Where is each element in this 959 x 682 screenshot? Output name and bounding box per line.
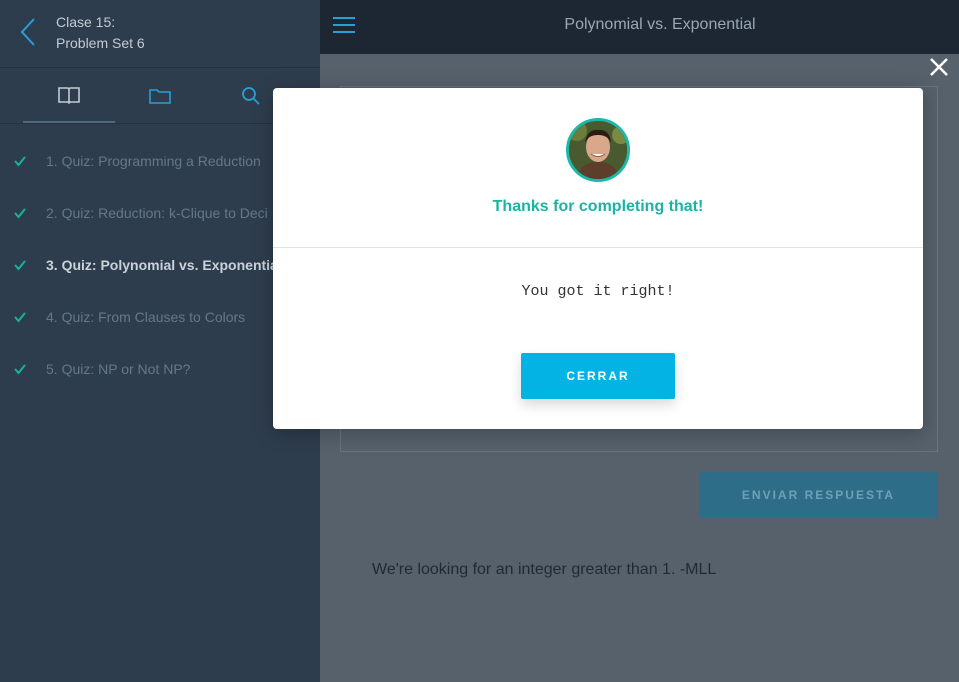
list-item[interactable]: 2. Quiz: Reduction: k-Clique to Deci <box>0 188 320 240</box>
hint-text: We're looking for an integer greater tha… <box>372 561 717 578</box>
lesson-number: Clase 15: <box>56 14 116 30</box>
search-icon <box>242 86 260 105</box>
list-item-label: 5. Quiz: NP or Not NP? <box>46 361 191 377</box>
result-message: You got it right! <box>521 283 675 300</box>
submit-answer-button[interactable]: ENVIAR RESPUESTA <box>699 472 938 518</box>
avatar <box>566 118 630 182</box>
tab-resources[interactable] <box>114 68 206 123</box>
close-overlay-button[interactable] <box>926 54 952 80</box>
list-item[interactable]: 5. Quiz: NP or Not NP? <box>0 344 320 396</box>
tab-book[interactable] <box>23 68 115 123</box>
modal-title: Thanks for completing that! <box>492 198 704 215</box>
sidebar-header: Clase 15: Problem Set 6 <box>0 0 320 68</box>
chevron-left-icon <box>20 18 35 46</box>
folder-icon <box>149 88 171 104</box>
check-icon <box>14 364 26 375</box>
book-icon <box>58 86 80 104</box>
check-icon <box>14 156 26 167</box>
instructor-photo-icon <box>569 121 627 179</box>
list-item-current[interactable]: 3. Quiz: Polynomial vs. Exponentia <box>0 240 320 292</box>
close-button[interactable]: CERRAR <box>521 353 675 399</box>
check-icon <box>14 260 26 271</box>
concept-list: 1. Quiz: Programming a Reduction 2. Quiz… <box>0 136 320 396</box>
list-item[interactable]: 1. Quiz: Programming a Reduction <box>0 136 320 188</box>
list-item-label: 4. Quiz: From Clauses to Colors <box>46 309 246 325</box>
lesson-name: Problem Set 6 <box>56 35 145 51</box>
lesson-title: Clase 15: Problem Set 6 <box>56 12 145 54</box>
list-item-label: 3. Quiz: Polynomial vs. Exponentia <box>46 257 278 273</box>
page-title: Polynomial vs. Exponential <box>564 16 756 33</box>
check-icon <box>14 208 26 219</box>
list-item[interactable]: 4. Quiz: From Clauses to Colors <box>0 292 320 344</box>
divider <box>273 247 923 248</box>
back-button[interactable] <box>14 14 42 50</box>
close-icon <box>930 58 948 76</box>
sidebar: Clase 15: Problem Set 6 1. Quiz: Program <box>0 0 320 682</box>
sidebar-tabs <box>0 68 320 124</box>
feedback-modal: Thanks for completing that! You got it r… <box>273 88 923 429</box>
check-icon <box>14 312 26 323</box>
top-bar: Polynomial vs. Exponential <box>320 0 959 54</box>
list-item-label: 1. Quiz: Programming a Reduction <box>46 153 261 169</box>
list-item-label: 2. Quiz: Reduction: k-Clique to Deci <box>46 205 268 221</box>
